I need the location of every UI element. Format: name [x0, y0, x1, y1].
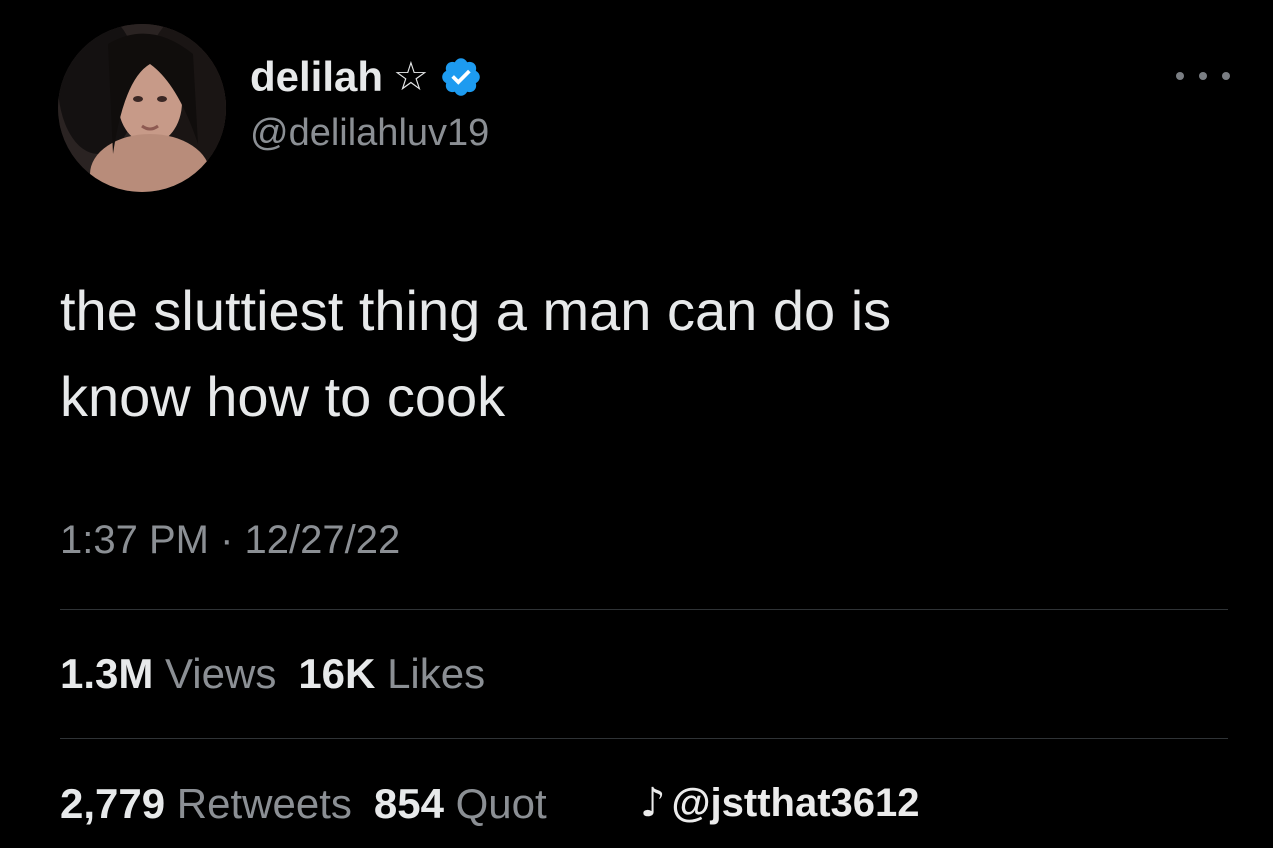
watermark: ♪ @jstthat3612 — [640, 780, 920, 826]
engagement-row-retweets-quotes: 2,779 Retweets 854 Quot — [60, 780, 547, 828]
divider — [60, 738, 1228, 739]
star-icon: ☆ — [393, 54, 429, 100]
views-label: Views — [165, 650, 277, 697]
watermark-text: @jstthat3612 — [671, 781, 920, 825]
divider — [60, 609, 1228, 610]
verified-badge-icon — [442, 58, 480, 96]
more-dot — [1199, 72, 1207, 80]
tweet-timestamp[interactable]: 1:37 PM · 12/27/22 — [60, 518, 400, 563]
engagement-row-views-likes: 1.3M Views 16K Likes — [60, 650, 485, 698]
quotes-stat[interactable]: 854 Quot — [374, 780, 547, 827]
views-count: 1.3M — [60, 650, 154, 697]
user-handle[interactable]: @delilahluv19 — [250, 112, 489, 155]
name-row: delilah ☆ — [250, 52, 483, 102]
more-dot — [1222, 72, 1230, 80]
likes-label: Likes — [387, 650, 486, 697]
tweet-card: delilah ☆ @delilahluv19 the sluttiest th… — [0, 0, 1273, 848]
tweet-text-line: the sluttiest thing a man can do is — [60, 279, 892, 342]
tiktok-logo-icon: ♪ — [640, 780, 666, 826]
retweets-label: Retweets — [176, 780, 352, 827]
quotes-count: 854 — [373, 780, 444, 827]
likes-count: 16K — [298, 650, 376, 697]
avatar-image — [58, 24, 226, 192]
retweets-count: 2,779 — [60, 780, 166, 827]
quotes-label: Quot — [455, 780, 547, 827]
more-dot — [1176, 72, 1184, 80]
retweets-stat[interactable]: 2,779 Retweets — [60, 780, 352, 827]
avatar[interactable] — [58, 24, 226, 192]
tweet-text: the sluttiest thing a man can do is know… — [60, 268, 1160, 440]
display-name[interactable]: delilah — [250, 53, 383, 101]
likes-stat[interactable]: 16K Likes — [298, 650, 485, 697]
views-stat[interactable]: 1.3M Views — [60, 650, 276, 697]
more-icon[interactable] — [1176, 60, 1230, 92]
tweet-text-line: know how to cook — [60, 365, 506, 428]
